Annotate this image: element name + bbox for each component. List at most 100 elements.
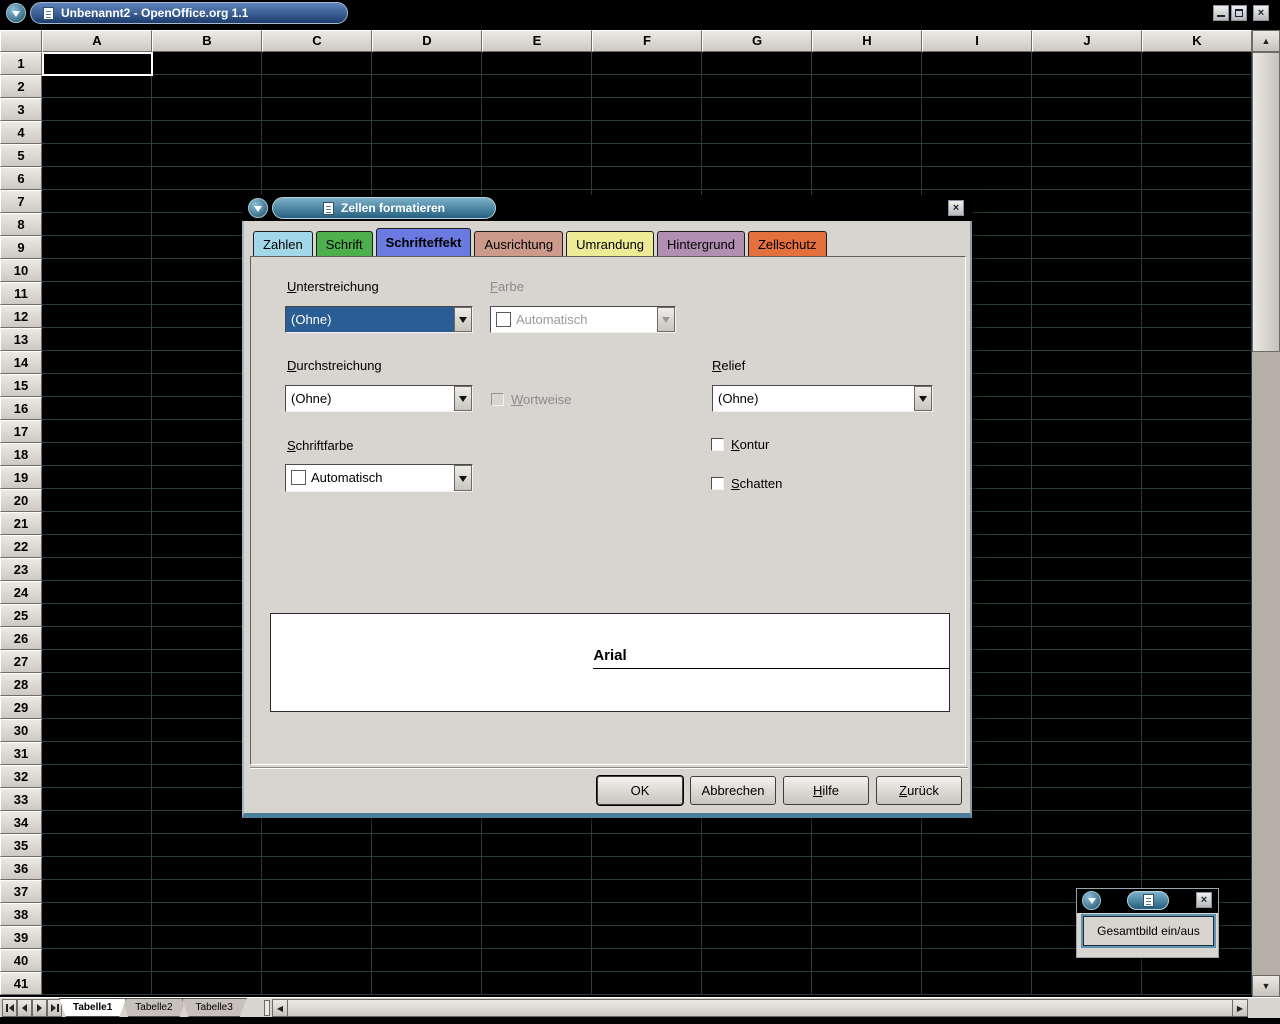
shadow-checkbox[interactable]: Schatten: [711, 476, 782, 491]
sheet-nav-next-button[interactable]: [32, 999, 47, 1017]
column-header-a[interactable]: A: [42, 30, 152, 52]
row-header-35[interactable]: 35: [0, 834, 42, 857]
dialog-close-button[interactable]: ×: [948, 200, 964, 216]
row-header-23[interactable]: 23: [0, 558, 42, 581]
sheet-nav-last-button[interactable]: [47, 999, 62, 1017]
column-header-i[interactable]: I: [922, 30, 1032, 52]
selected-cell[interactable]: [42, 52, 153, 76]
row-header-15[interactable]: 15: [0, 374, 42, 397]
row-header-30[interactable]: 30: [0, 719, 42, 742]
vertical-scrollbar[interactable]: ▲ ▼: [1252, 30, 1280, 997]
row-header-3[interactable]: 3: [0, 98, 42, 121]
outline-checkbox[interactable]: Kontur: [711, 437, 769, 452]
row-header-1[interactable]: 1: [0, 52, 42, 75]
row-header-33[interactable]: 33: [0, 788, 42, 811]
column-header-e[interactable]: E: [482, 30, 592, 52]
window-menu-button[interactable]: [6, 3, 26, 23]
close-button[interactable]: ×: [1253, 5, 1269, 21]
tab-schrift[interactable]: Schrift: [316, 231, 373, 256]
row-header-38[interactable]: 38: [0, 903, 42, 926]
row-header-36[interactable]: 36: [0, 857, 42, 880]
dialog-menu-button[interactable]: [248, 198, 268, 218]
row-header-19[interactable]: 19: [0, 466, 42, 489]
column-header-c[interactable]: C: [262, 30, 372, 52]
row-header-13[interactable]: 13: [0, 328, 42, 351]
abbrechen-button[interactable]: Abbrechen: [690, 776, 776, 805]
tab-umrandung[interactable]: Umrandung: [566, 231, 654, 256]
sheet-tab-tabelle3[interactable]: Tabelle3: [182, 998, 247, 1017]
row-header-39[interactable]: 39: [0, 926, 42, 949]
row-header-32[interactable]: 32: [0, 765, 42, 788]
row-header-41[interactable]: 41: [0, 972, 42, 995]
sheet-nav-first-button[interactable]: [2, 999, 17, 1017]
sheet-tab-tabelle2[interactable]: Tabelle2: [121, 998, 186, 1017]
row-header-7[interactable]: 7: [0, 190, 42, 213]
toolbox-close-button[interactable]: ×: [1196, 892, 1212, 908]
ok-button[interactable]: OK: [597, 776, 683, 805]
row-header-10[interactable]: 10: [0, 259, 42, 282]
tab-ausrichtung[interactable]: Ausrichtung: [474, 231, 563, 256]
column-header-b[interactable]: B: [152, 30, 262, 52]
row-header-34[interactable]: 34: [0, 811, 42, 834]
scroll-left-button[interactable]: ◀: [272, 999, 288, 1017]
column-header-f[interactable]: F: [592, 30, 702, 52]
row-header-4[interactable]: 4: [0, 121, 42, 144]
row-header-9[interactable]: 9: [0, 236, 42, 259]
horizontal-scrollbar-thumb[interactable]: [288, 999, 1232, 1017]
zurck-button[interactable]: Zurück: [876, 776, 962, 805]
column-header-k[interactable]: K: [1142, 30, 1252, 52]
tab-hintergrund[interactable]: Hintergrund: [657, 231, 745, 256]
row-header-6[interactable]: 6: [0, 167, 42, 190]
column-header-h[interactable]: H: [812, 30, 922, 52]
tab-scrollbar-splitter[interactable]: [264, 1000, 270, 1016]
underline-select[interactable]: (Ohne): [285, 306, 473, 333]
relief-select[interactable]: (Ohne): [712, 385, 933, 412]
toolbox-menu-button[interactable]: [1082, 891, 1101, 910]
row-header-40[interactable]: 40: [0, 949, 42, 972]
row-header-8[interactable]: 8: [0, 213, 42, 236]
row-header-22[interactable]: 22: [0, 535, 42, 558]
row-header-27[interactable]: 27: [0, 650, 42, 673]
tab-zahlen[interactable]: Zahlen: [253, 231, 313, 256]
row-header-31[interactable]: 31: [0, 742, 42, 765]
row-header-5[interactable]: 5: [0, 144, 42, 167]
tab-zellschutz[interactable]: Zellschutz: [748, 231, 827, 256]
scroll-right-button[interactable]: ▶: [1232, 999, 1248, 1017]
row-header-37[interactable]: 37: [0, 880, 42, 903]
scroll-up-button[interactable]: ▲: [1252, 30, 1280, 52]
relief-dropdown-button[interactable]: [914, 386, 932, 411]
fullscreen-toggle-button[interactable]: Gesamtbild ein/aus: [1083, 916, 1214, 946]
row-header-16[interactable]: 16: [0, 397, 42, 420]
maximize-button[interactable]: [1231, 5, 1247, 21]
row-header-14[interactable]: 14: [0, 351, 42, 374]
sheet-tab-tabelle1[interactable]: Tabelle1: [59, 998, 126, 1017]
row-header-12[interactable]: 12: [0, 305, 42, 328]
row-header-29[interactable]: 29: [0, 696, 42, 719]
sheet-nav-prev-button[interactable]: [17, 999, 32, 1017]
row-header-18[interactable]: 18: [0, 443, 42, 466]
column-header-j[interactable]: J: [1032, 30, 1142, 52]
font-color-select[interactable]: Automatisch: [285, 464, 473, 492]
row-header-25[interactable]: 25: [0, 604, 42, 627]
row-header-17[interactable]: 17: [0, 420, 42, 443]
horizontal-scrollbar[interactable]: ◀ ▶: [272, 999, 1248, 1017]
vertical-scrollbar-thumb[interactable]: [1252, 52, 1280, 352]
row-header-24[interactable]: 24: [0, 581, 42, 604]
column-header-g[interactable]: G: [702, 30, 812, 52]
row-header-26[interactable]: 26: [0, 627, 42, 650]
hilfe-button[interactable]: Hilfe: [783, 776, 869, 805]
row-header-28[interactable]: 28: [0, 673, 42, 696]
strikethrough-dropdown-button[interactable]: [454, 386, 472, 411]
select-all-corner[interactable]: [0, 30, 42, 52]
tab-schrifteffekt[interactable]: Schrifteffekt: [376, 228, 472, 256]
strikethrough-select[interactable]: (Ohne): [285, 385, 473, 412]
row-header-21[interactable]: 21: [0, 512, 42, 535]
column-header-d[interactable]: D: [372, 30, 482, 52]
row-header-20[interactable]: 20: [0, 489, 42, 512]
row-header-11[interactable]: 11: [0, 282, 42, 305]
font-color-dropdown-button[interactable]: [454, 465, 472, 491]
underline-dropdown-button[interactable]: [454, 307, 472, 332]
row-header-2[interactable]: 2: [0, 75, 42, 98]
minimize-button[interactable]: [1213, 5, 1229, 21]
scroll-down-button[interactable]: ▼: [1252, 975, 1280, 997]
